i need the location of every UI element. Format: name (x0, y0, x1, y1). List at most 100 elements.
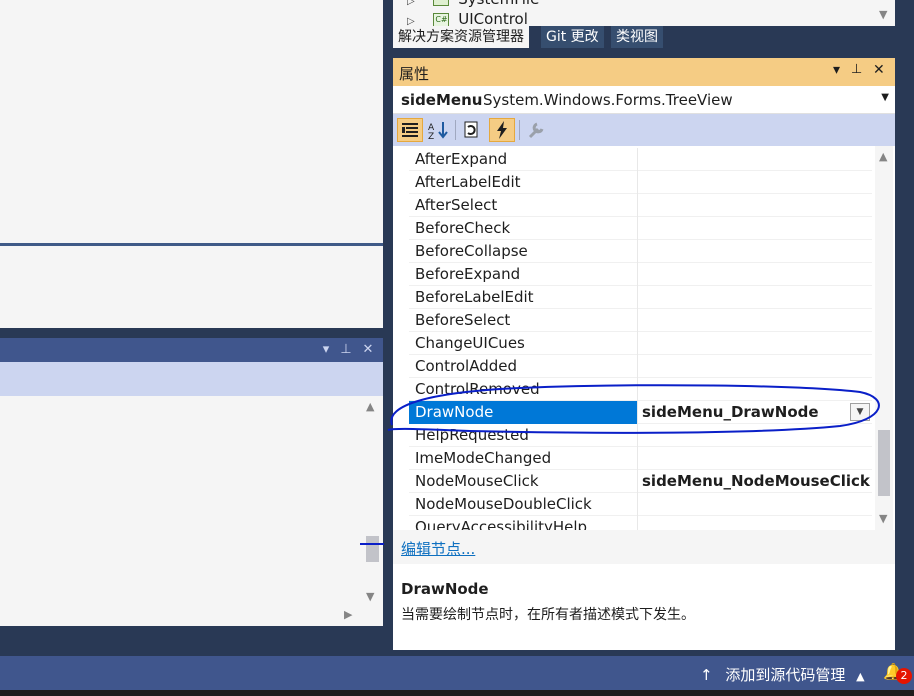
event-name: NodeMouseClick (409, 470, 638, 493)
event-handler-value[interactable] (638, 263, 872, 286)
scroll-down-icon[interactable]: ▼ (366, 590, 374, 603)
vertical-scrollbar[interactable]: ▲ ▼ (363, 396, 379, 626)
event-handler-value[interactable] (638, 217, 872, 240)
event-name: DrawNode (409, 401, 638, 424)
description-text: 当需要绘制节点时，在所有者描述模式下发生。 (401, 607, 695, 623)
categorized-icon[interactable] (397, 118, 423, 142)
close-icon[interactable]: ✕ (873, 62, 885, 78)
vertical-scrollbar[interactable]: ▲ ▼ (875, 146, 893, 530)
solution-explorer-tree[interactable]: ▷ SystemFile ▷ C# UIControl ▼ (393, 0, 895, 28)
event-row[interactable]: ControlRemoved (409, 378, 872, 401)
add-to-source-control-button[interactable]: ↑ 添加到源代码管理 ▲ (700, 664, 865, 685)
commands-pane: 编辑节点... (393, 530, 895, 560)
event-row[interactable]: ImeModeChanged (409, 447, 872, 470)
window-menu-dropdown-icon[interactable]: ▾ (316, 338, 336, 362)
event-row[interactable]: AfterLabelEdit (409, 171, 872, 194)
event-row[interactable]: NodeMouseDoubleClick (409, 493, 872, 516)
properties-window: 属性 ▾ ⊥ ✕ sideMenu System.Windows.Forms.T… (393, 58, 895, 650)
event-row[interactable]: ControlAdded (409, 355, 872, 378)
wrench-icon[interactable] (523, 118, 549, 142)
event-name: AfterSelect (409, 194, 638, 217)
object-selector[interactable]: sideMenu System.Windows.Forms.TreeView ▼ (393, 86, 895, 114)
scroll-down-icon[interactable]: ▼ (879, 8, 887, 21)
event-row[interactable]: NodeMouseClick sideMenu_NodeMouseClick (409, 470, 872, 493)
chevron-up-icon: ▲ (856, 670, 865, 683)
event-handler-value[interactable] (638, 240, 872, 263)
property-pages-icon[interactable] (459, 118, 485, 142)
event-handler-value[interactable] (638, 194, 872, 217)
event-handler-value[interactable] (638, 493, 872, 516)
toolbar-separator (455, 120, 456, 140)
tree-item[interactable]: ▷ SystemFile (407, 0, 539, 8)
alphabetical-sort-icon[interactable]: AZ (425, 118, 451, 142)
event-row[interactable]: AfterExpand (409, 148, 872, 171)
event-row[interactable]: BeforeCheck (409, 217, 872, 240)
arrow-up-icon: ↑ (700, 666, 713, 684)
event-row[interactable]: BeforeSelect (409, 309, 872, 332)
chevron-down-icon[interactable]: ▼ (881, 92, 889, 103)
event-row[interactable]: BeforeCollapse (409, 240, 872, 263)
tab-solution-explorer[interactable]: 解决方案资源管理器 (393, 26, 529, 48)
window-menu-dropdown-icon[interactable]: ▾ (833, 62, 840, 78)
scroll-up-icon[interactable]: ▲ (879, 150, 887, 163)
event-name: ImeModeChanged (409, 447, 638, 470)
svg-text:Z: Z (428, 132, 434, 141)
event-handler-value[interactable] (638, 424, 872, 447)
tab-git-changes[interactable]: Git 更改 (541, 26, 604, 48)
event-row[interactable]: QueryAccessibilityHelp (409, 516, 872, 530)
dock-tab-strip: 解决方案资源管理器 Git 更改 类视图 (393, 26, 895, 50)
event-name: BeforeLabelEdit (409, 286, 638, 309)
event-name: NodeMouseDoubleClick (409, 493, 638, 516)
tool-window-content[interactable]: ▲ ▼ ▶ (0, 396, 383, 626)
scroll-down-icon[interactable]: ▼ (879, 512, 887, 525)
event-handler-value[interactable] (638, 355, 872, 378)
close-icon[interactable]: ✕ (358, 338, 378, 362)
event-handler-value[interactable]: sideMenu_DrawNode (638, 401, 872, 424)
event-row[interactable]: HelpRequested (409, 424, 872, 447)
event-name: ControlAdded (409, 355, 638, 378)
event-handler-value[interactable] (638, 516, 872, 530)
expand-arrow-icon[interactable]: ▷ (407, 0, 415, 7)
source-control-label: 添加到源代码管理 (725, 666, 846, 684)
event-handler-value[interactable] (638, 148, 872, 171)
toolbar-separator (519, 120, 520, 140)
event-name: QueryAccessibilityHelp (409, 516, 638, 530)
scroll-right-icon[interactable]: ▶ (344, 608, 352, 621)
event-row[interactable]: BeforeLabelEdit (409, 286, 872, 309)
event-handler-value[interactable] (638, 378, 872, 401)
object-name: sideMenu (401, 91, 483, 109)
event-row[interactable]: BeforeExpand (409, 263, 872, 286)
editor-pane-bottom[interactable] (0, 246, 383, 328)
vertical-scrollbar[interactable]: ▼ (875, 0, 893, 26)
tool-window-toolbar (0, 362, 383, 396)
description-title: DrawNode (401, 580, 489, 598)
tab-class-view[interactable]: 类视图 (611, 26, 663, 48)
scroll-up-icon[interactable]: ▲ (366, 400, 374, 413)
event-name: BeforeCollapse (409, 240, 638, 263)
edit-nodes-link[interactable]: 编辑节点... (401, 538, 475, 559)
event-name: BeforeExpand (409, 263, 638, 286)
tree-item-label: SystemFile (458, 0, 539, 8)
property-grid[interactable]: AfterExpand AfterLabelEdit AfterSelect Befo… (393, 146, 895, 530)
event-row[interactable]: DrawNode sideMenu_DrawNode ▼ (409, 401, 872, 424)
event-name: AfterLabelEdit (409, 171, 638, 194)
event-name: HelpRequested (409, 424, 638, 447)
editor-pane-top[interactable] (0, 0, 383, 243)
events-lightning-icon[interactable] (489, 118, 515, 142)
handler-dropdown-icon[interactable]: ▼ (850, 403, 870, 421)
event-handler-value[interactable] (638, 171, 872, 194)
event-handler-value[interactable] (638, 447, 872, 470)
event-handler-value[interactable] (638, 286, 872, 309)
scrollbar-thumb[interactable] (878, 430, 890, 496)
pin-icon[interactable]: ⊥ (336, 338, 356, 362)
csharp-file-icon: C# (433, 12, 450, 27)
scrollbar-thumb[interactable] (366, 536, 379, 562)
event-handler-value[interactable]: sideMenu_NodeMouseClick (638, 470, 872, 493)
pin-icon[interactable]: ⊥ (851, 62, 862, 77)
event-row[interactable]: ChangeUICues (409, 332, 872, 355)
event-row[interactable]: AfterSelect (409, 194, 872, 217)
description-pane: DrawNode 当需要绘制节点时，在所有者描述模式下发生。 (393, 564, 895, 650)
taskbar-edge (0, 690, 914, 696)
event-handler-value[interactable] (638, 309, 872, 332)
event-handler-value[interactable] (638, 332, 872, 355)
